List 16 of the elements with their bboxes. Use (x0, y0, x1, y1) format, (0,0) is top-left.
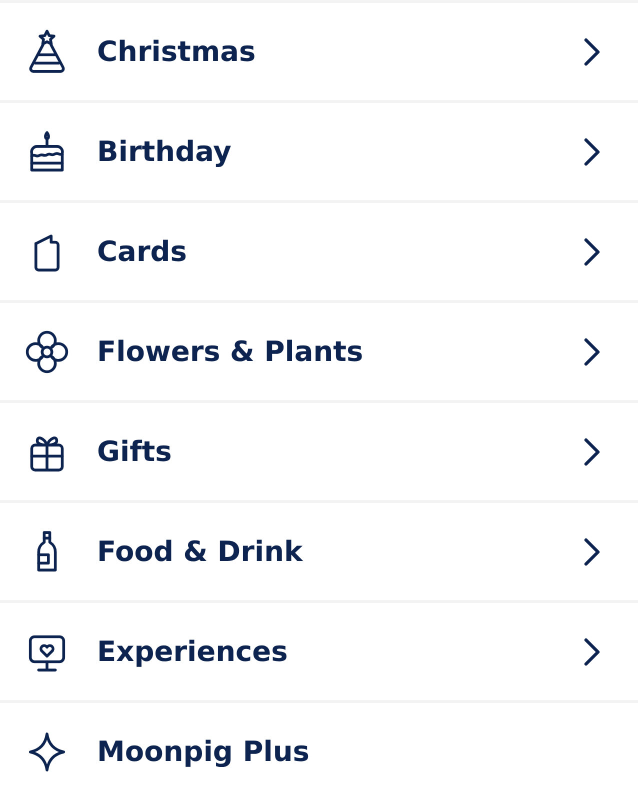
menu-label: Experiences (97, 635, 289, 668)
menu-label: Christmas (97, 35, 257, 68)
menu-item[interactable]: Birthday (0, 100, 638, 200)
menu-item[interactable]: Experiences (0, 600, 638, 700)
menu-label: Moonpig Plus (97, 735, 310, 768)
menu-item[interactable]: Moonpig Plus (0, 700, 638, 800)
menu-label: Flowers & Plants (97, 335, 364, 368)
menu-item[interactable]: Cards (0, 200, 638, 300)
menu-item[interactable]: Flowers & Plants (0, 300, 638, 400)
menu-label: Gifts (97, 435, 173, 468)
menu-label: Birthday (97, 135, 232, 168)
menu-label: Cards (97, 235, 188, 268)
menu-item[interactable]: Gifts (0, 400, 638, 500)
menu-item[interactable]: Christmas (0, 0, 638, 100)
menu-item[interactable]: Food & Drink (0, 500, 638, 600)
menu-label: Food & Drink (97, 535, 304, 568)
